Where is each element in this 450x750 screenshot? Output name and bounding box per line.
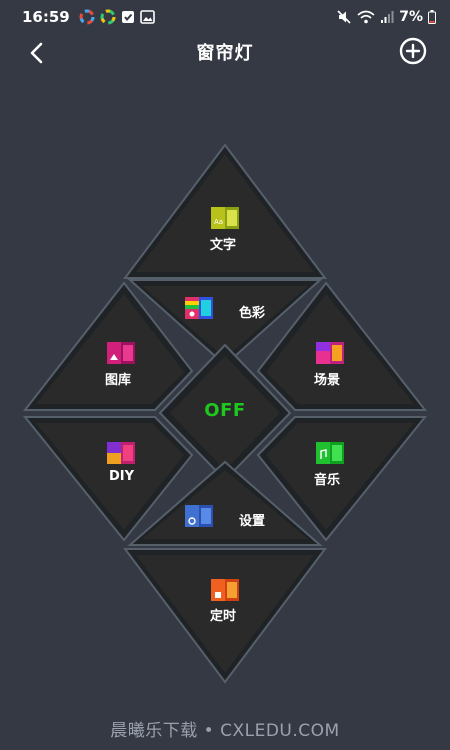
scene-icon bbox=[316, 342, 344, 364]
text-tile-label: 文字 bbox=[210, 238, 237, 253]
timer-tile-label: 定时 bbox=[210, 609, 237, 624]
music-icon bbox=[316, 442, 344, 464]
gallery-tile-label: 图库 bbox=[105, 373, 132, 388]
diy-icon bbox=[107, 442, 135, 464]
settings-icon bbox=[185, 505, 213, 527]
diamond-control-panel bbox=[22, 143, 428, 684]
color-palette-icon bbox=[185, 297, 213, 319]
power-toggle-label[interactable]: OFF bbox=[195, 400, 255, 421]
settings-tile-label: 设置 bbox=[239, 514, 266, 529]
gallery-icon bbox=[107, 342, 135, 364]
color-tile-label: 色彩 bbox=[239, 306, 266, 321]
watermark: 晨曦乐下载 • CXLEDU.COM bbox=[110, 721, 340, 741]
scene-tile-label: 场景 bbox=[314, 373, 341, 388]
text-icon: Aa bbox=[211, 207, 239, 229]
diy-tile-label: DIY bbox=[109, 469, 135, 484]
timer-icon bbox=[211, 579, 239, 601]
music-tile-label: 音乐 bbox=[314, 473, 341, 488]
svg-text:Aa: Aa bbox=[214, 218, 223, 226]
